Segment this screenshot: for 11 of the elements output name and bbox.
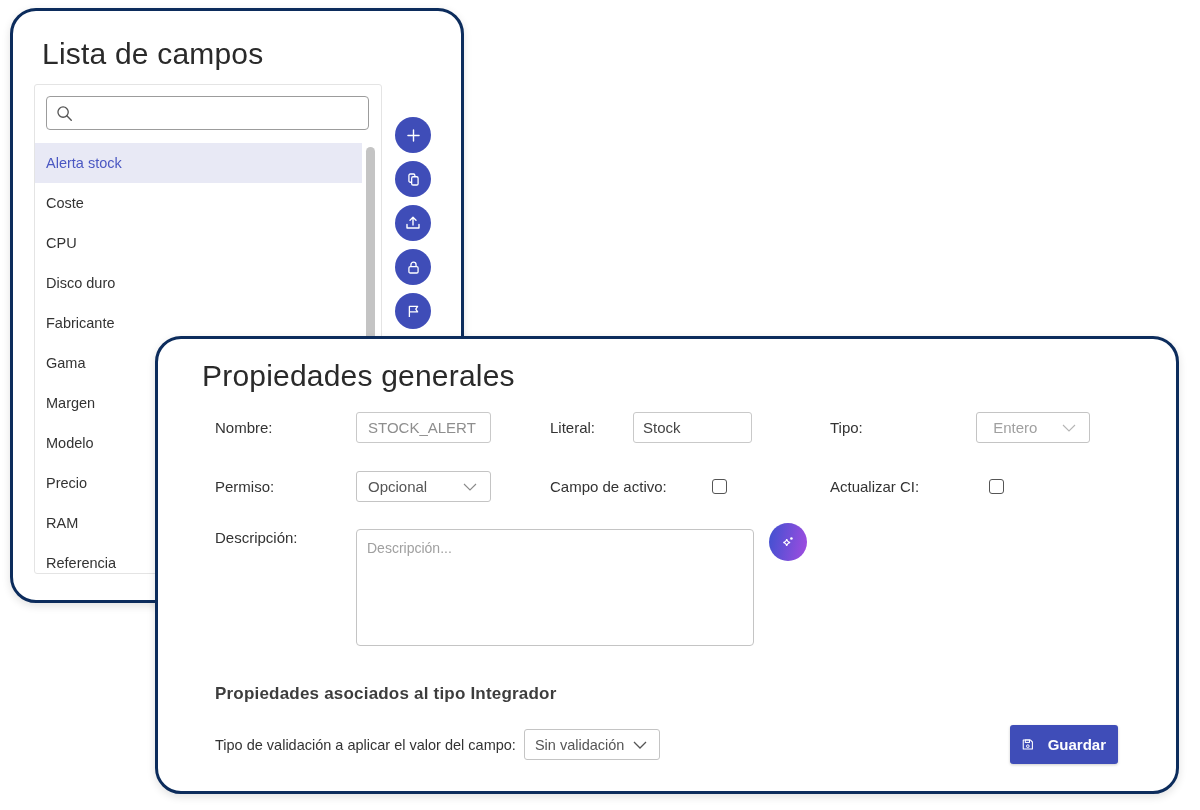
field-label: Actualizar CI: xyxy=(830,478,921,495)
field-label: Permiso: xyxy=(215,478,276,495)
field-label: Nombre: xyxy=(215,419,274,436)
field-label: Campo de activo: xyxy=(550,478,668,495)
panel-title: Propiedades generales xyxy=(202,358,515,394)
field-label: Literal: xyxy=(550,419,597,436)
panel-title: Lista de campos xyxy=(42,36,264,72)
field-label: Descripción: xyxy=(215,529,299,546)
field-label: Tipo: xyxy=(830,419,864,436)
field-label: Tipo de validación a aplicar el valor del campo: xyxy=(215,736,516,753)
section-heading: Propiedades asociados al tipo Integrador xyxy=(215,683,557,705)
